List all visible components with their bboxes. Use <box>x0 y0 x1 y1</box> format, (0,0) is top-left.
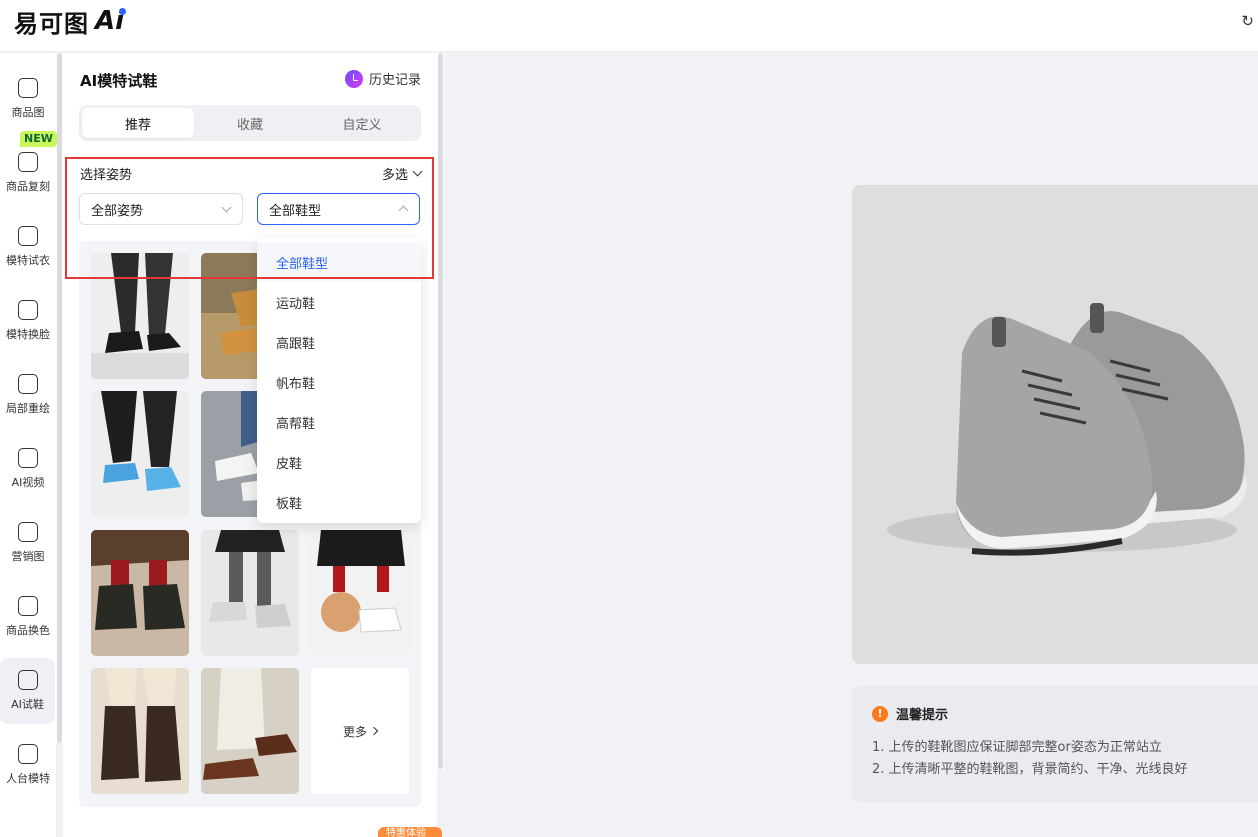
promo-tag: 特惠体验 <box>378 827 442 837</box>
nav-item[interactable]: 模特试衣 <box>0 214 56 280</box>
panel-tabs: 推荐 收藏 自定义 <box>79 105 421 141</box>
pose-thumbnail[interactable] <box>91 391 189 517</box>
refresh-icon[interactable]: ↻ <box>1241 12 1254 30</box>
pose-thumbnail[interactable] <box>91 253 189 379</box>
nav-item[interactable]: 模特换脸 <box>0 288 56 354</box>
logo-text: 易可图 <box>14 9 89 38</box>
bag-icon <box>18 78 38 98</box>
video-icon <box>18 448 38 468</box>
pose-thumbnail[interactable] <box>201 668 299 794</box>
nav-item-label: 商品换色 <box>6 624 50 637</box>
pose-thumbnail[interactable] <box>91 668 189 794</box>
history-label: 历史记录 <box>368 73 421 88</box>
chevron-up-icon <box>398 205 409 216</box>
face-icon <box>18 300 38 320</box>
history-clock-icon <box>344 69 363 88</box>
repaint-icon <box>18 374 38 394</box>
filter-label: 选择姿势 <box>80 168 133 183</box>
nav-item-label: 模特换脸 <box>6 328 50 341</box>
shoe-type-dropdown: 全部鞋型 运动鞋 高跟鞋 帆布鞋 高帮鞋 皮鞋 板鞋 <box>257 238 421 523</box>
dropdown-option[interactable]: 帆布鞋 <box>257 362 421 402</box>
chevron-down-icon <box>412 166 423 177</box>
nav-item-label: 人台模特 <box>6 772 50 785</box>
nav-item-label: 模特试衣 <box>6 254 50 267</box>
pose-thumbnail[interactable] <box>201 530 299 656</box>
tip-line: 1. 上传的鞋靴图应保证脚部完整or姿态为正常站立 <box>872 740 1162 755</box>
dropdown-option[interactable]: 高帮鞋 <box>257 402 421 442</box>
history-button[interactable]: 历史记录 <box>344 69 421 88</box>
multi-label: 多选 <box>381 168 408 183</box>
color-drop-icon <box>18 596 38 616</box>
nav-item[interactable]: 局部重绘 <box>0 362 56 428</box>
nav-item-label: AI试鞋 <box>11 698 44 711</box>
tips-box: ! 温馨提示 1. 上传的鞋靴图应保证脚部完整or姿态为正常站立 2. 上传清晰… <box>852 686 1258 802</box>
product-preview-image <box>852 185 1258 664</box>
more-label: 更多 <box>342 724 367 739</box>
tab-custom[interactable]: 自定义 <box>306 108 418 138</box>
nav-item-label: AI视频 <box>11 476 45 489</box>
pose-thumbnail[interactable] <box>91 530 189 656</box>
nav-item[interactable]: 人台模特 <box>0 732 56 798</box>
nav-scrollbar[interactable] <box>56 53 63 743</box>
multi-select-toggle[interactable]: 多选 <box>381 164 423 183</box>
nav-item-label: 商品图 <box>11 106 45 119</box>
new-badge: NEW <box>20 131 57 147</box>
dropdown-option[interactable]: 板鞋 <box>257 482 421 522</box>
panel-scrollbar[interactable] <box>437 53 444 769</box>
dropdown-option[interactable]: 运动鞋 <box>257 282 421 322</box>
tab-recommend[interactable]: 推荐 <box>82 108 194 138</box>
top-bar: 易可图 Ai ↻ <box>0 0 1258 52</box>
tips-title: 温馨提示 <box>896 708 949 723</box>
warning-icon: ! <box>872 705 888 722</box>
pose-select[interactable]: 全部姿势 <box>79 193 243 225</box>
pose-thumbnail[interactable] <box>311 530 409 656</box>
nav-item[interactable]: 商品换色 <box>0 584 56 650</box>
more-poses-button[interactable]: 更多 <box>311 668 409 794</box>
pose-select-value: 全部姿势 <box>91 203 144 219</box>
nav-item[interactable]: 商品复刻 <box>0 140 56 206</box>
tip-line: 2. 上传清晰平整的鞋靴图，背景简约、干净、光线良好 <box>872 762 1188 777</box>
chevron-down-icon <box>221 202 232 212</box>
nav-item-label: 商品复刻 <box>6 180 50 193</box>
dropdown-option[interactable]: 高跟鞋 <box>257 322 421 362</box>
shirt-icon <box>18 226 38 246</box>
nav-item-label: 营销图 <box>11 550 45 563</box>
shoe-select-value: 全部鞋型 <box>269 203 322 219</box>
bag-copy-icon <box>18 152 38 172</box>
marketing-icon <box>18 522 38 542</box>
dropdown-option[interactable]: 皮鞋 <box>257 442 421 482</box>
tab-favorites[interactable]: 收藏 <box>194 108 306 138</box>
app-logo[interactable]: 易可图 Ai <box>14 6 127 38</box>
mannequin-icon <box>18 744 38 764</box>
chevron-right-icon <box>369 726 379 736</box>
shoe-type-select[interactable]: 全部鞋型 <box>257 193 420 225</box>
shoe-icon <box>17 670 38 690</box>
nav-item[interactable]: 营销图 <box>0 510 56 576</box>
nav-item[interactable]: 商品图 <box>0 66 56 132</box>
dropdown-option[interactable]: 全部鞋型 <box>257 242 421 282</box>
nav-item-label: 局部重绘 <box>6 402 50 415</box>
panel-title: AI模特试鞋 <box>80 72 158 90</box>
logo-ai: Ai <box>95 6 127 36</box>
nav-item[interactable]: AI视频 <box>0 436 56 502</box>
nav-item[interactable]: AI试鞋 <box>0 658 55 724</box>
